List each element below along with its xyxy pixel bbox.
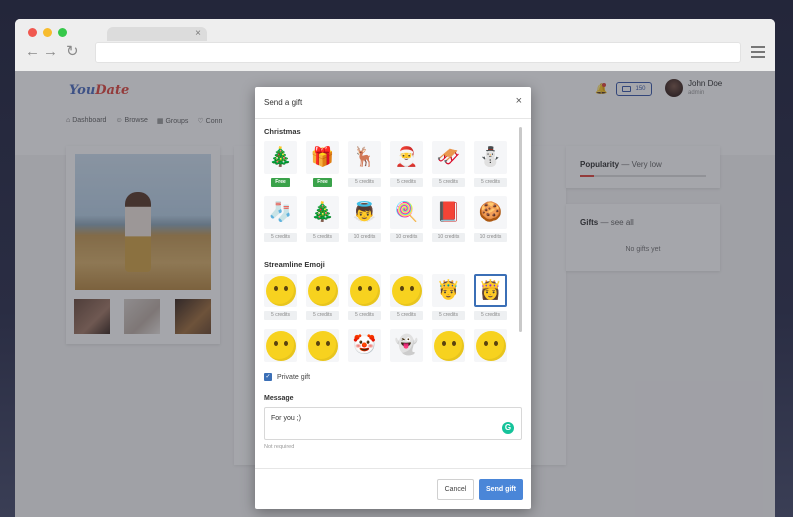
- gift-price: 5 credits: [264, 233, 297, 242]
- gift-item[interactable]: 🤡: [348, 329, 381, 365]
- back-arrow-icon[interactable]: ←: [25, 44, 40, 60]
- gift-price: 5 credits: [306, 233, 339, 242]
- card-icon: 📕: [432, 196, 465, 229]
- close-window-button[interactable]: [28, 28, 37, 37]
- gingerbread-icon: 🍪: [474, 196, 507, 229]
- close-icon[interactable]: ×: [516, 95, 522, 107]
- drooling-face-icon: [306, 274, 339, 307]
- gift-item[interactable]: [306, 329, 339, 365]
- scrollbar[interactable]: [519, 127, 522, 332]
- gift-item[interactable]: 👼 10 credits: [348, 196, 381, 244]
- section-title: Streamline Emoji: [264, 260, 325, 269]
- clown-icon: 🤡: [348, 329, 381, 362]
- gift-price: 5 credits: [474, 311, 507, 320]
- candy-cane-icon: 🍭: [390, 196, 423, 229]
- gift-item[interactable]: 5 credits: [348, 274, 381, 322]
- snowman-icon: ⛄: [474, 141, 507, 174]
- private-gift-option[interactable]: ✓ Private gift: [264, 373, 310, 381]
- sleigh-icon: 🛷: [432, 141, 465, 174]
- gift-price: 5 credits: [432, 178, 465, 187]
- gift-price: 10 credits: [390, 233, 423, 242]
- send-gift-modal: Send a gift × Christmas 🎄 Free 🎁 Free 🦌 5 cred…: [255, 87, 531, 509]
- gift-item[interactable]: 🧦 5 credits: [264, 196, 297, 244]
- gift-item[interactable]: 👸 5 credits: [474, 274, 507, 322]
- gift-price: 5 credits: [390, 178, 423, 187]
- gift-price: 10 credits: [474, 233, 507, 242]
- gift-price: 5 credits: [432, 311, 465, 320]
- hamburger-menu-icon[interactable]: [751, 46, 765, 61]
- maximize-window-button[interactable]: [58, 28, 67, 37]
- gift-price: 5 credits: [264, 311, 297, 320]
- ornament-icon: 🎄: [264, 141, 297, 174]
- reindeer-icon: 🦌: [348, 141, 381, 174]
- browser-tab[interactable]: ×: [107, 27, 207, 41]
- gift-item[interactable]: 🎄 5 credits: [306, 196, 339, 244]
- gift-item[interactable]: 5 credits: [264, 274, 297, 322]
- sleepy-face-icon: [264, 329, 297, 362]
- gift-item[interactable]: 🎄 Free: [264, 141, 297, 189]
- gift-item[interactable]: 📕 10 credits: [432, 196, 465, 244]
- browser-toolbar: × ← → ↻: [15, 19, 775, 71]
- modal-header: Send a gift ×: [255, 87, 531, 119]
- message-text[interactable]: For you ;): [271, 415, 301, 422]
- modal-title: Send a gift: [264, 98, 303, 107]
- private-gift-label: Private gift: [277, 373, 311, 381]
- gift-price: 10 credits: [348, 233, 381, 242]
- gift-item[interactable]: 👻: [390, 329, 423, 365]
- browser-window: × ← → ↻ YouDate 🔔 150 John Doe admin ⌂ D…: [15, 19, 775, 517]
- gift-item[interactable]: ⛄ 5 credits: [474, 141, 507, 189]
- gift-item[interactable]: 🛷 5 credits: [432, 141, 465, 189]
- gift-item[interactable]: 🤴 5 credits: [432, 274, 465, 322]
- queen-icon: 👸: [474, 274, 507, 307]
- giggling-face-icon: [306, 329, 339, 362]
- santa-icon: 🎅: [390, 141, 423, 174]
- present-icon: 🎁: [306, 141, 339, 174]
- gift-list[interactable]: Christmas 🎄 Free 🎁 Free 🦌 5 credits 🎅 5 credits 🛷…: [255, 120, 531, 365]
- gift-price: 5 credits: [474, 178, 507, 187]
- cancel-button[interactable]: Cancel: [437, 479, 474, 500]
- section-title: Christmas: [264, 127, 301, 136]
- gift-item[interactable]: 🎅 5 credits: [390, 141, 423, 189]
- gift-item[interactable]: 🍭 10 credits: [390, 196, 423, 244]
- stocking-icon: 🧦: [264, 196, 297, 229]
- tongue-face-icon: [348, 274, 381, 307]
- modal-footer: Cancel Send gift: [255, 468, 531, 509]
- ghost-icon: 👻: [390, 329, 423, 362]
- gift-item[interactable]: 5 credits: [390, 274, 423, 322]
- nerd-face-icon: [390, 274, 423, 307]
- address-bar[interactable]: [95, 42, 741, 63]
- heart-eyes-icon: [474, 329, 507, 362]
- gift-item[interactable]: 5 credits: [306, 274, 339, 322]
- gift-price: 5 credits: [348, 178, 381, 187]
- gift-price: Free: [313, 178, 332, 187]
- gift-item[interactable]: [264, 329, 297, 365]
- gift-price: 5 credits: [306, 311, 339, 320]
- gift-item[interactable]: [432, 329, 465, 365]
- gift-price: 5 credits: [348, 311, 381, 320]
- grammarly-icon[interactable]: G: [502, 422, 514, 434]
- gift-price: 5 credits: [390, 311, 423, 320]
- gift-item[interactable]: 🎁 Free: [306, 141, 339, 189]
- gift-item[interactable]: 🦌 5 credits: [348, 141, 381, 189]
- gift-item[interactable]: [474, 329, 507, 365]
- message-label: Message: [264, 395, 294, 402]
- send-gift-button[interactable]: Send gift: [479, 479, 523, 500]
- minimize-window-button[interactable]: [43, 28, 52, 37]
- reload-icon[interactable]: ↻: [66, 44, 79, 60]
- tab-close-icon[interactable]: ×: [195, 27, 201, 41]
- message-help: Not required: [264, 444, 295, 450]
- angel-icon: 👼: [348, 196, 381, 229]
- private-gift-checkbox[interactable]: ✓: [264, 373, 272, 381]
- king-icon: 🤴: [432, 274, 465, 307]
- gift-price: Free: [271, 178, 290, 187]
- message-field[interactable]: For you ;) G: [264, 407, 522, 440]
- kiss-face-icon: [432, 329, 465, 362]
- gift-item[interactable]: 🍪 10 credits: [474, 196, 507, 244]
- forward-arrow-icon[interactable]: →: [43, 44, 58, 60]
- grinning-face-icon: [264, 274, 297, 307]
- snow-globe-icon: 🎄: [306, 196, 339, 229]
- gift-price: 10 credits: [432, 233, 465, 242]
